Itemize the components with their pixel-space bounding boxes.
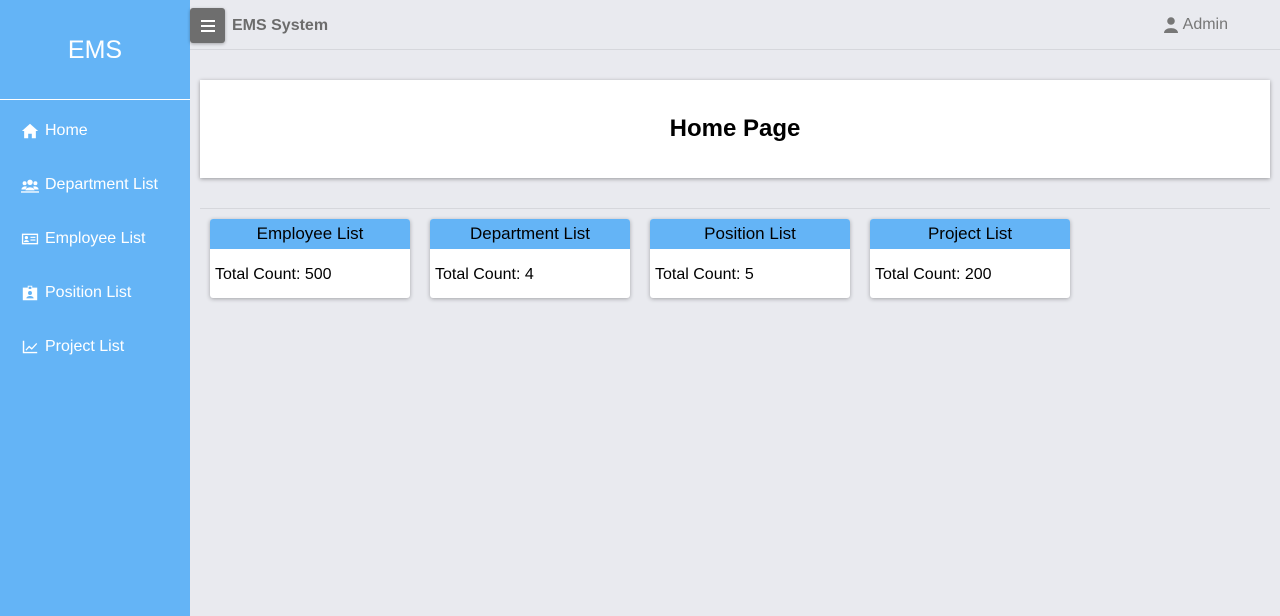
summary-card-employee-list[interactable]: Employee List Total Count: 500 xyxy=(210,219,410,298)
summary-cards: Employee List Total Count: 500 Departmen… xyxy=(210,219,1090,298)
card-title: Project List xyxy=(870,219,1070,249)
sidebar-item-label: Home xyxy=(45,122,88,139)
sidebar-item-label: Department List xyxy=(45,176,158,193)
id-card-icon xyxy=(20,230,40,248)
sidebar-toggle-button[interactable] xyxy=(190,8,225,43)
hamburger-icon xyxy=(200,19,215,32)
id-badge-icon xyxy=(20,284,40,302)
brand-logo[interactable]: EMS xyxy=(0,0,190,100)
summary-card-project-list[interactable]: Project List Total Count: 200 xyxy=(870,219,1070,298)
sidebar: EMS Home Department List Employee List P… xyxy=(0,0,190,616)
sidebar-item-label: Position List xyxy=(45,284,132,301)
card-count: Total Count: 500 xyxy=(215,266,332,283)
user-name: Admin xyxy=(1182,16,1228,33)
summary-card-department-list[interactable]: Department List Total Count: 4 xyxy=(430,219,630,298)
app-title: EMS System xyxy=(232,17,329,34)
card-count: Total Count: 5 xyxy=(655,266,754,283)
home-icon xyxy=(20,122,40,140)
sidebar-item-label: Employee List xyxy=(45,230,146,247)
sidebar-item-label: Project List xyxy=(45,338,125,355)
card-title: Department List xyxy=(430,219,630,249)
sidebar-item-project-list[interactable]: Project List xyxy=(0,320,190,374)
user-icon xyxy=(1163,17,1178,33)
card-count: Total Count: 200 xyxy=(875,266,992,283)
user-menu[interactable]: Admin xyxy=(1163,16,1228,34)
users-icon xyxy=(20,176,40,194)
page-title: Home Page xyxy=(669,115,801,142)
sidebar-item-home[interactable]: Home xyxy=(0,104,190,158)
sidebar-nav: Home Department List Employee List Posit… xyxy=(0,100,190,374)
chart-line-icon xyxy=(20,338,40,356)
sidebar-item-department-list[interactable]: Department List xyxy=(0,158,190,212)
divider xyxy=(200,208,1270,209)
sidebar-item-position-list[interactable]: Position List xyxy=(0,266,190,320)
card-title: Employee List xyxy=(210,219,410,249)
card-count: Total Count: 4 xyxy=(435,266,534,283)
top-bar: EMS System Admin xyxy=(190,0,1280,50)
summary-card-position-list[interactable]: Position List Total Count: 5 xyxy=(650,219,850,298)
card-title: Position List xyxy=(650,219,850,249)
page-header-card: Home Page xyxy=(200,80,1270,178)
sidebar-item-employee-list[interactable]: Employee List xyxy=(0,212,190,266)
